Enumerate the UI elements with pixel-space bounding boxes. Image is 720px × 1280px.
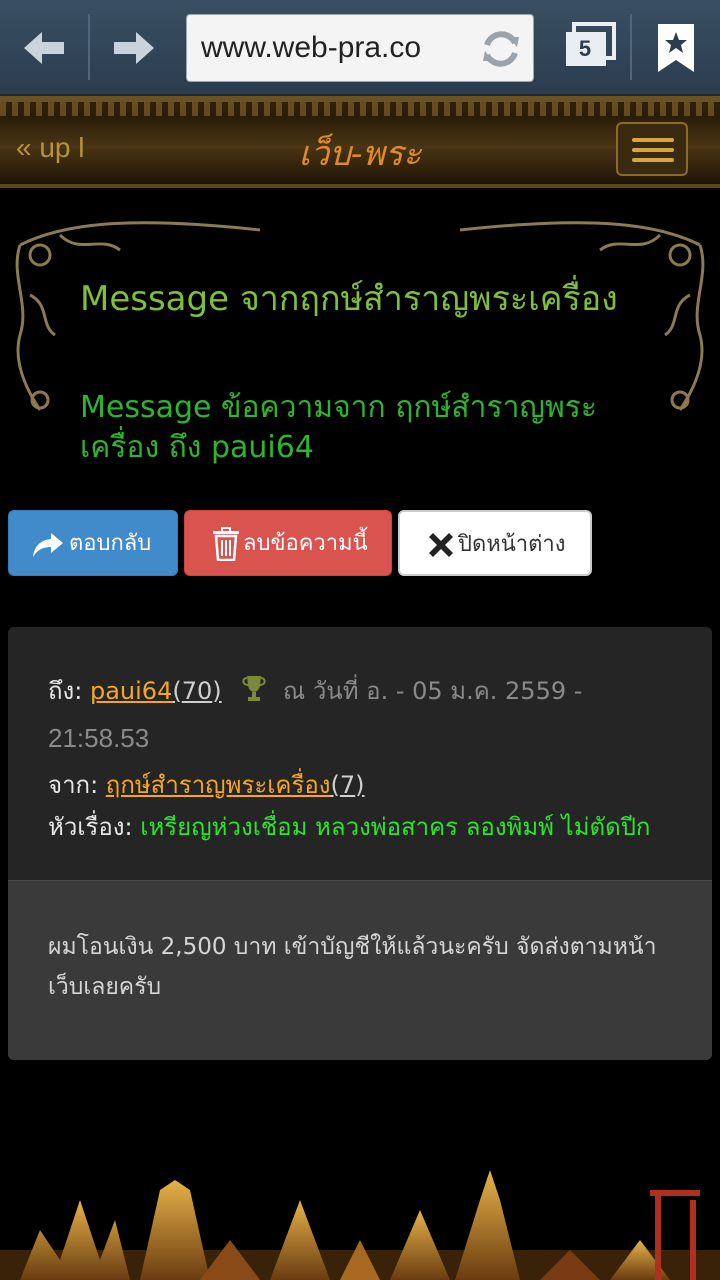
message-date: ณ วันที่ อ. - 05 ม.ค. 2559 -: [282, 677, 583, 705]
site-header: « up l เว็บ-พระ: [0, 96, 720, 188]
back-arrow-icon[interactable]: [14, 18, 74, 78]
close-label: ปิดหน้าต่าง: [458, 532, 566, 557]
sender-line: จาก: ฤกษ์สำราญพระเครื่อง(7): [48, 765, 365, 804]
delete-label: ลบข้อความนี้: [243, 531, 368, 556]
message-time: 21:58.53: [48, 723, 150, 753]
message-card: ถึง: paui64(70) ณ วันที่ อ. - 05 ม.ค. 25…: [8, 627, 712, 1060]
temple-footer-image: [0, 1170, 720, 1280]
trophy-icon: [242, 676, 266, 701]
sender-score: 7: [339, 771, 356, 799]
header-decoration: [0, 102, 720, 116]
toolbar-divider: [630, 14, 632, 80]
menu-button[interactable]: [616, 122, 688, 176]
page-title: Message จากฤกษ์สำราญพระเครื่อง: [80, 279, 618, 319]
close-icon: [429, 533, 453, 557]
tab-count: 5: [578, 36, 592, 61]
hamburger-icon: [632, 148, 674, 152]
url-text[interactable]: www.web-pra.co: [201, 31, 421, 65]
hamburger-icon: [632, 138, 674, 142]
sender-score-link[interactable]: (7): [331, 771, 365, 799]
subject-label: หัวเรื่อง:: [48, 813, 133, 841]
recipient-line: ถึง: paui64(70) ณ วันที่ อ. - 05 ม.ค. 25…: [48, 671, 582, 710]
delete-button[interactable]: ลบข้อความนี้: [184, 510, 392, 576]
subject-line: หัวเรื่อง: เหรียญห่วงเชื่อม หลวงพ่อสาคร …: [48, 807, 650, 846]
sender-link[interactable]: ฤกษ์สำราญพระเครื่อง: [106, 771, 331, 799]
message-subject: เหรียญห่วงเชื่อม หลวงพ่อสาคร ลองพิมพ์ ไม…: [140, 813, 651, 841]
address-bar[interactable]: www.web-pra.co: [186, 14, 534, 82]
reply-arrow-icon: [33, 533, 63, 557]
forward-arrow-icon[interactable]: [104, 18, 164, 78]
message-body: ผมโอนเงิน 2,500 บาท เข้าบัญชีให้แล้วนะคร…: [8, 880, 712, 1060]
reload-icon[interactable]: [477, 25, 525, 73]
to-label: ถึง:: [48, 677, 83, 705]
from-label: จาก:: [48, 771, 99, 799]
recipient-score-link[interactable]: (70): [172, 677, 221, 705]
toolbar-divider: [88, 14, 90, 80]
recipient-score: 70: [181, 677, 213, 705]
close-window-button[interactable]: ปิดหน้าต่าง: [398, 510, 592, 576]
trash-icon: [213, 527, 239, 561]
page-subtitle: Message ข้อความจาก ฤกษ์สำราญพระเครื่อง ถ…: [80, 390, 597, 465]
site-logo[interactable]: เว็บ-พระ: [0, 126, 720, 180]
recipient-link[interactable]: paui64: [90, 677, 172, 705]
message-header: ถึง: paui64(70) ณ วันที่ อ. - 05 ม.ค. 25…: [8, 627, 712, 880]
reply-label: ตอบกลับ: [69, 531, 152, 556]
browser-toolbar: www.web-pra.co 5: [0, 0, 720, 96]
reply-button[interactable]: ตอบกลับ: [8, 510, 178, 576]
bookmark-star-icon[interactable]: [656, 22, 696, 74]
hamburger-icon: [632, 158, 674, 162]
message-text: ผมโอนเงิน 2,500 บาท เข้าบัญชีให้แล้วนะคร…: [48, 934, 657, 1000]
